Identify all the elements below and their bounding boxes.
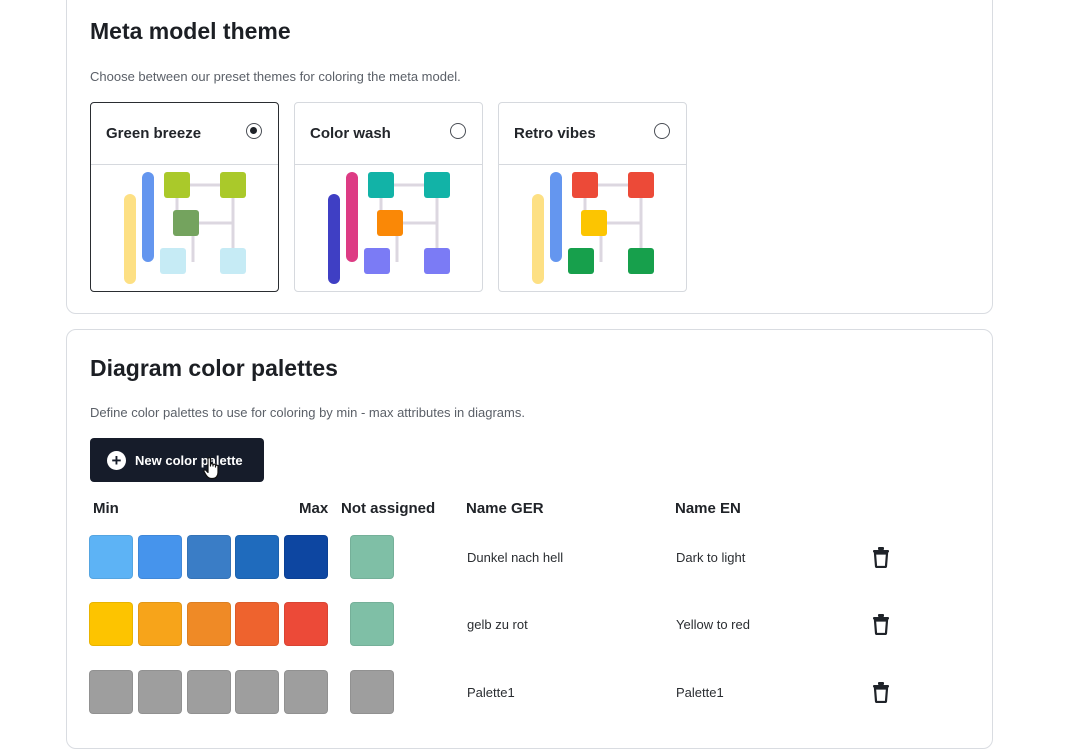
theme-preview-box xyxy=(424,172,450,198)
theme-option-header: Color wash xyxy=(295,103,482,165)
column-header-name-ger: Name GER xyxy=(466,500,544,517)
palette-color-swatch[interactable] xyxy=(89,535,133,579)
column-header-not-assigned: Not assigned xyxy=(341,500,436,517)
palette-name-ger: gelb zu rot xyxy=(467,617,528,632)
palette-color-swatch[interactable] xyxy=(89,670,133,714)
palette-color-swatch[interactable] xyxy=(138,670,182,714)
diagram-color-palettes-card: Diagram color palettes Define color pale… xyxy=(66,329,993,749)
theme-preview-bar xyxy=(550,172,562,262)
palette-color-swatch[interactable] xyxy=(187,535,231,579)
theme-preview-box xyxy=(173,210,199,236)
palette-color-swatch[interactable] xyxy=(284,670,328,714)
column-header-max: Max xyxy=(299,500,329,517)
palette-section-description: Define color palettes to use for colorin… xyxy=(90,405,525,420)
theme-preview-box xyxy=(164,172,190,198)
theme-option-label: Green breeze xyxy=(106,125,202,142)
theme-preview-bar xyxy=(532,194,544,284)
theme-preview-box xyxy=(424,248,450,274)
delete-palette-trash-icon[interactable] xyxy=(871,546,891,568)
column-header-name-en: Name EN xyxy=(675,500,741,517)
theme-preview-image xyxy=(499,165,686,292)
theme-option-label: Color wash xyxy=(310,125,391,142)
theme-preview-box xyxy=(572,172,598,198)
palette-row: Dunkel nach hell Dark to light xyxy=(67,535,992,581)
theme-option-retro-vibes[interactable]: Retro vibes xyxy=(498,102,687,292)
palette-color-swatch[interactable] xyxy=(89,602,133,646)
palette-color-swatch[interactable] xyxy=(284,602,328,646)
theme-preview-image xyxy=(295,165,482,292)
palette-name-en: Palette1 xyxy=(676,685,724,700)
palette-color-swatch[interactable] xyxy=(138,602,182,646)
not-assigned-color-swatch[interactable] xyxy=(350,670,394,714)
delete-palette-trash-icon[interactable] xyxy=(871,681,891,703)
new-color-palette-button[interactable]: + New color palette xyxy=(90,438,264,482)
theme-preview-image xyxy=(91,165,278,292)
palette-color-swatch[interactable] xyxy=(235,670,279,714)
palette-row: gelb zu rot Yellow to red xyxy=(67,602,992,648)
plus-circle-icon: + xyxy=(107,450,126,470)
palette-color-swatch[interactable] xyxy=(138,535,182,579)
theme-option-header: Retro vibes xyxy=(499,103,686,165)
theme-option-label: Retro vibes xyxy=(514,125,596,142)
new-color-palette-label: New color palette xyxy=(135,452,243,468)
palette-name-en: Dark to light xyxy=(676,550,746,565)
palette-color-swatch[interactable] xyxy=(284,535,328,579)
palette-color-swatch[interactable] xyxy=(187,602,231,646)
palette-row: Palette1 Palette1 xyxy=(67,670,992,716)
theme-preview-box xyxy=(220,248,246,274)
hand-pointer-cursor-icon xyxy=(203,457,219,480)
theme-preview-bar xyxy=(142,172,154,262)
theme-radio-button[interactable] xyxy=(450,123,466,139)
theme-preview-bar xyxy=(328,194,340,284)
not-assigned-color-swatch[interactable] xyxy=(350,535,394,579)
palette-color-swatch[interactable] xyxy=(187,670,231,714)
theme-section-title: Meta model theme xyxy=(90,18,291,44)
theme-preview-box xyxy=(364,248,390,274)
theme-radio-button[interactable] xyxy=(246,123,262,139)
theme-option-header: Green breeze xyxy=(91,103,278,165)
meta-model-theme-card: Meta model theme Choose between our pres… xyxy=(66,0,993,314)
theme-preview-box xyxy=(368,172,394,198)
palette-name-en: Yellow to red xyxy=(676,617,750,632)
theme-preview-box xyxy=(568,248,594,274)
theme-section-description: Choose between our preset themes for col… xyxy=(90,69,461,84)
theme-preview-box xyxy=(581,210,607,236)
theme-preview-box xyxy=(377,210,403,236)
theme-preview-bar xyxy=(346,172,358,262)
theme-preview-box xyxy=(220,172,246,198)
column-header-min: Min xyxy=(93,500,119,517)
theme-radio-button[interactable] xyxy=(654,123,670,139)
palette-color-swatch[interactable] xyxy=(235,602,279,646)
theme-option-green-breeze[interactable]: Green breeze xyxy=(90,102,279,292)
theme-preview-box xyxy=(628,172,654,198)
not-assigned-color-swatch[interactable] xyxy=(350,602,394,646)
theme-preview-box xyxy=(628,248,654,274)
palette-name-ger: Palette1 xyxy=(467,685,515,700)
theme-option-color-wash[interactable]: Color wash xyxy=(294,102,483,292)
delete-palette-trash-icon[interactable] xyxy=(871,613,891,635)
palette-name-ger: Dunkel nach hell xyxy=(467,550,564,565)
palette-color-swatch[interactable] xyxy=(235,535,279,579)
theme-preview-bar xyxy=(124,194,136,284)
theme-preview-box xyxy=(160,248,186,274)
palette-section-title: Diagram color palettes xyxy=(90,355,338,381)
